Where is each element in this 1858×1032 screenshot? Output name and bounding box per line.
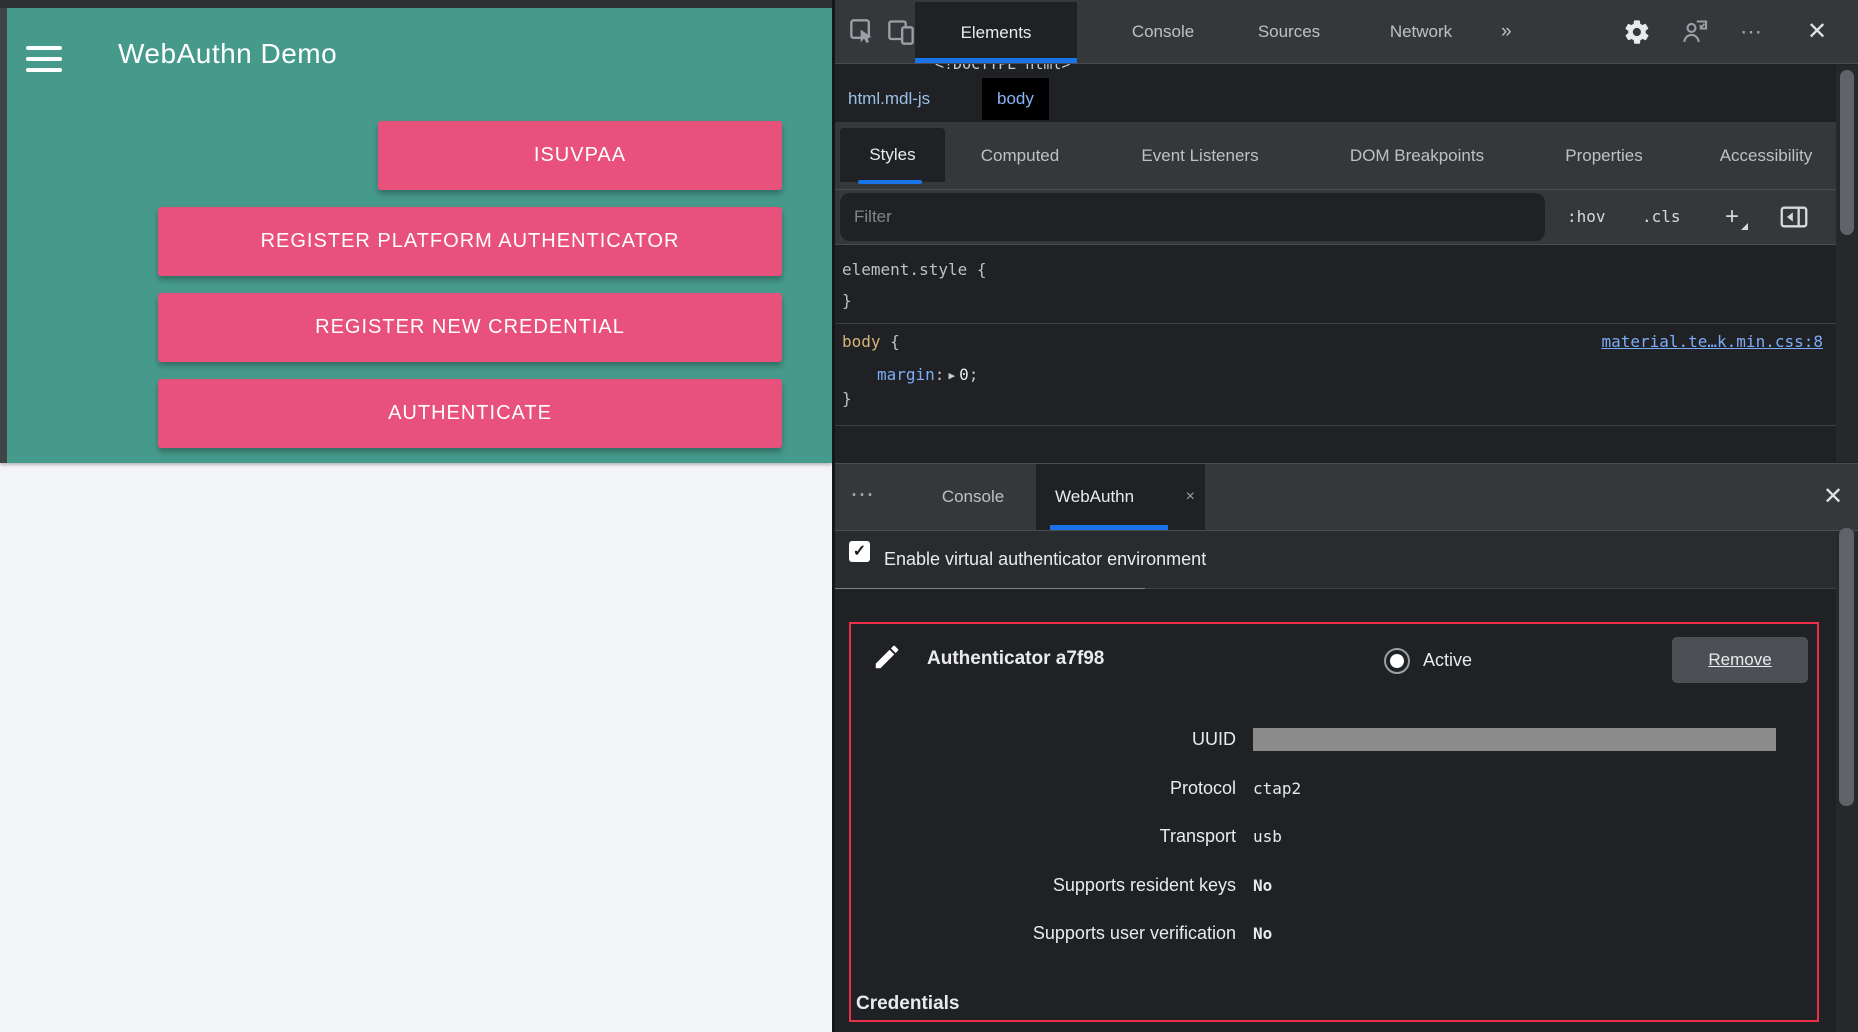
expand-shorthand-icon: ▶ bbox=[944, 369, 959, 382]
settings-gear-icon[interactable] bbox=[1623, 18, 1651, 46]
device-toolbar-icon[interactable] bbox=[887, 18, 915, 46]
authenticate-button[interactable]: AUTHENTICATE bbox=[158, 379, 782, 448]
field-value: ctap2 bbox=[1253, 776, 1301, 802]
devtools-toolbar: Elements Console Sources Network » ⋯ ✕ bbox=[835, 0, 1858, 64]
toggle-element-classes[interactable]: .cls bbox=[1642, 190, 1681, 244]
enable-virtual-authenticator-checkbox[interactable]: ✓ bbox=[849, 541, 870, 562]
close-devtools-icon[interactable]: ✕ bbox=[1807, 0, 1827, 63]
body-rule-selector: body { bbox=[842, 331, 900, 353]
authenticator-card: Authenticator a7f98 Active Remove UUID P… bbox=[849, 622, 1819, 1022]
tab-network[interactable]: Network bbox=[1390, 0, 1452, 63]
field-label: Supports resident keys bbox=[851, 872, 1236, 898]
tab-event-listeners[interactable]: Event Listeners bbox=[1141, 122, 1258, 189]
tab-properties[interactable]: Properties bbox=[1565, 122, 1642, 189]
toggle-sidebar-icon[interactable] bbox=[1780, 203, 1808, 231]
page-title: WebAuthn Demo bbox=[118, 38, 337, 70]
field-row-transport: Transport usb bbox=[851, 823, 1817, 849]
close-webauthn-tab-icon[interactable]: × bbox=[1186, 464, 1195, 530]
close-drawer-icon[interactable]: ✕ bbox=[1823, 464, 1843, 530]
enable-virtual-authenticator-label: Enable virtual authenticator environment bbox=[884, 531, 1206, 589]
inline-style-rule: element.style { bbox=[842, 259, 987, 281]
authenticator-title: Authenticator a7f98 bbox=[927, 648, 1104, 670]
drawer-active-tab-indicator bbox=[1050, 525, 1168, 530]
tab-computed[interactable]: Computed bbox=[981, 122, 1059, 189]
tab-console[interactable]: Console bbox=[1132, 0, 1194, 63]
remove-authenticator-button[interactable]: Remove bbox=[1672, 637, 1808, 683]
field-value: No bbox=[1253, 873, 1272, 899]
window-left-edge bbox=[0, 8, 7, 463]
drawer-tab-webauthn[interactable]: WebAuthn × bbox=[1036, 464, 1205, 530]
feedback-person-icon[interactable] bbox=[1681, 18, 1709, 46]
virtual-authenticator-toggle-row: ✓ Enable virtual authenticator environme… bbox=[835, 531, 1858, 589]
inline-style-rule-close: } bbox=[842, 290, 852, 312]
body-rule-close: } bbox=[842, 388, 852, 410]
screen: WebAuthn Demo ISUVPAA REGISTER PLATFORM … bbox=[0, 0, 1858, 1032]
inspect-element-icon[interactable] bbox=[849, 18, 877, 46]
register-platform-authenticator-button[interactable]: REGISTER PLATFORM AUTHENTICATOR bbox=[158, 207, 782, 276]
register-new-credential-button[interactable]: REGISTER NEW CREDENTIAL bbox=[158, 293, 782, 362]
app-header: WebAuthn Demo ISUVPAA REGISTER PLATFORM … bbox=[0, 8, 832, 463]
tab-dom-breakpoints[interactable]: DOM Breakpoints bbox=[1350, 122, 1484, 189]
styles-filter-input[interactable] bbox=[840, 193, 1545, 241]
dom-tree-text: <!DOCTYPE html> bbox=[935, 64, 1235, 73]
uuid-value-bar[interactable] bbox=[1253, 728, 1776, 751]
divider bbox=[1145, 588, 1858, 589]
active-tab-indicator bbox=[915, 58, 1077, 63]
field-row-protocol: Protocol ctap2 bbox=[851, 775, 1817, 801]
breadcrumb-item-body-selected[interactable]: body bbox=[982, 78, 1049, 120]
styles-scrollbar-thumb[interactable] bbox=[1840, 70, 1854, 235]
styles-filter-row: :hov .cls + bbox=[835, 190, 1858, 245]
drawer-tab-console[interactable]: Console bbox=[942, 464, 1004, 530]
stylesheet-source-link[interactable]: material.te…k.min.css:8 bbox=[1601, 331, 1823, 353]
field-label: Transport bbox=[851, 823, 1236, 849]
isuvpaa-button[interactable]: ISUVPAA bbox=[378, 121, 782, 190]
styles-tabbar: Styles Computed Event Listeners DOM Brea… bbox=[835, 122, 1858, 190]
more-options-icon[interactable]: ⋯ bbox=[1740, 0, 1765, 63]
devtools-panel: Elements Console Sources Network » ⋯ ✕ <… bbox=[832, 0, 1858, 1032]
browser-page: WebAuthn Demo ISUVPAA REGISTER PLATFORM … bbox=[0, 0, 832, 1032]
field-label: UUID bbox=[851, 726, 1236, 752]
new-style-rule-button[interactable]: + bbox=[1725, 190, 1739, 244]
styles-tab-indicator bbox=[858, 180, 922, 184]
field-value: No bbox=[1253, 921, 1272, 947]
css-property-margin[interactable]: margin:▶0; bbox=[877, 364, 978, 386]
tab-sources[interactable]: Sources bbox=[1258, 0, 1320, 63]
field-row-user-verification: Supports user verification No bbox=[851, 920, 1817, 946]
toggle-pseudo-classes[interactable]: :hov bbox=[1567, 190, 1606, 244]
field-row-resident-keys: Supports resident keys No bbox=[851, 872, 1817, 898]
tab-accessibility[interactable]: Accessibility bbox=[1720, 122, 1813, 189]
tab-elements[interactable]: Elements bbox=[915, 2, 1077, 63]
drawer-scrollbar-thumb[interactable] bbox=[1839, 528, 1854, 806]
more-tabs-icon[interactable]: » bbox=[1501, 0, 1512, 63]
dom-tree-clipped-row: <!DOCTYPE html> bbox=[935, 64, 1235, 76]
field-label: Protocol bbox=[851, 775, 1236, 801]
breadcrumb-item-html[interactable]: html.mdl-js bbox=[848, 76, 930, 122]
active-radio[interactable] bbox=[1384, 648, 1410, 674]
breadcrumb: html.mdl-js body bbox=[835, 76, 1858, 122]
rule-divider bbox=[835, 323, 1858, 324]
rule-divider bbox=[835, 425, 1858, 426]
tab-styles[interactable]: Styles bbox=[840, 128, 945, 182]
drawer-overflow-icon[interactable]: ⋯ bbox=[850, 464, 876, 530]
window-top-edge bbox=[0, 0, 832, 8]
field-label: Supports user verification bbox=[851, 920, 1236, 946]
edit-authenticator-icon[interactable] bbox=[872, 642, 902, 672]
divider bbox=[835, 588, 1145, 589]
field-value: usb bbox=[1253, 824, 1282, 850]
menu-icon[interactable] bbox=[26, 46, 62, 76]
active-label: Active bbox=[1423, 650, 1472, 671]
credentials-heading: Credentials bbox=[856, 993, 959, 1015]
drawer-tabbar: ⋯ Console WebAuthn × ✕ bbox=[835, 463, 1858, 531]
